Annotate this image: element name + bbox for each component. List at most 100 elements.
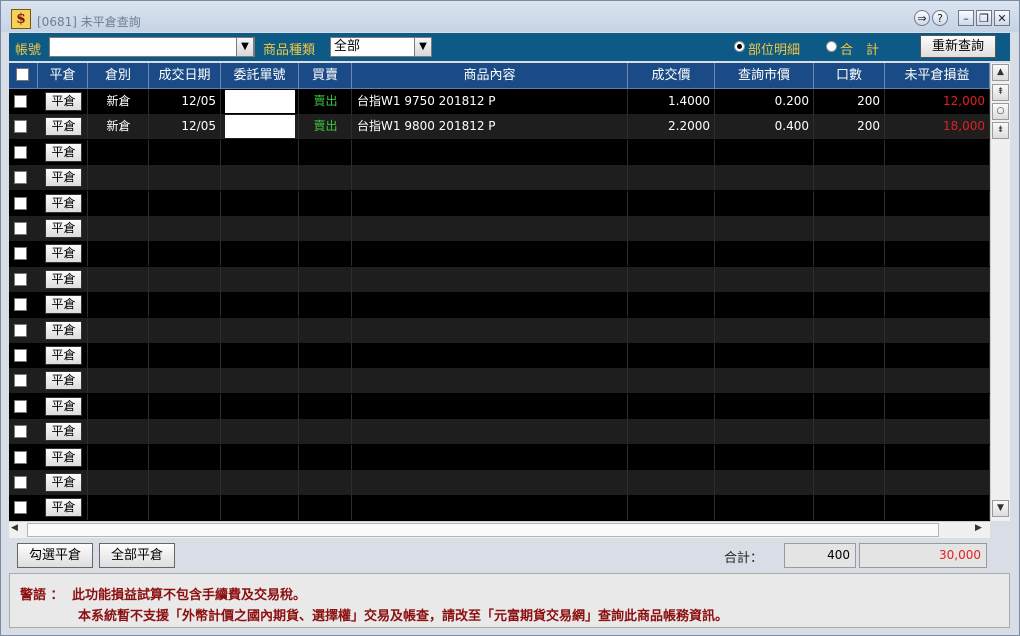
trade-date: 12/05 — [181, 94, 216, 108]
scroll-down-icon[interactable]: ▼ — [992, 500, 1009, 517]
row-checkbox[interactable] — [14, 171, 27, 185]
row-checkbox[interactable] — [14, 196, 27, 210]
table-row[interactable]: 平倉 — [9, 317, 990, 343]
close-position-button[interactable]: 平倉 — [45, 92, 82, 111]
window-title: [0681] 未平倉查詢 — [37, 15, 141, 29]
select-all-checkbox[interactable] — [16, 68, 29, 81]
close-window-button[interactable]: ✕ — [994, 10, 1010, 26]
vertical-scrollbar[interactable]: ▲ ⇞ ○ ⇟ ▼ — [990, 63, 1010, 521]
close-position-button[interactable]: 平倉 — [45, 142, 82, 162]
row-checkbox[interactable] — [14, 120, 27, 134]
close-position-button[interactable]: 平倉 — [45, 269, 82, 289]
table-row[interactable]: 平倉 — [9, 190, 990, 216]
trade-price: 2.2000 — [668, 119, 710, 134]
row-checkbox[interactable] — [14, 450, 27, 464]
table-row[interactable]: 平倉 — [9, 444, 990, 470]
account-dropdown-arrow-icon[interactable]: ▼ — [236, 37, 254, 57]
select-all-cell — [9, 63, 38, 88]
scroll-top-icon[interactable]: ⇞ — [992, 84, 1009, 101]
header-type: 倉別 — [88, 63, 149, 88]
export-icon[interactable]: ⇒ — [914, 10, 930, 26]
help-icon[interactable]: ? — [932, 10, 948, 26]
scroll-right-icon[interactable]: ▶ — [975, 523, 982, 533]
table-row[interactable]: 平倉 — [9, 165, 990, 191]
scroll-center-icon[interactable]: ○ — [992, 103, 1009, 120]
close-position-button[interactable]: 平倉 — [45, 295, 82, 315]
quantity: 200 — [857, 94, 880, 108]
total-label: 合計： — [724, 551, 764, 566]
row-checkbox[interactable] — [14, 247, 27, 261]
table-row[interactable]: 平倉 — [9, 292, 990, 318]
close-position-button[interactable]: 平倉 — [45, 498, 82, 518]
total-pnl: 30,000 — [859, 543, 987, 568]
trade-side: 賣出 — [313, 119, 338, 134]
row-checkbox[interactable] — [14, 95, 27, 108]
minimize-button[interactable]: – — [958, 10, 974, 26]
row-checkbox[interactable] — [14, 145, 27, 159]
account-combobox[interactable] — [49, 37, 255, 57]
row-checkbox[interactable] — [14, 399, 27, 413]
table-row[interactable]: 平倉 — [9, 266, 990, 292]
close-position-button[interactable]: 平倉 — [45, 447, 82, 467]
scroll-up-icon[interactable]: ▲ — [992, 64, 1009, 81]
horizontal-scrollbar[interactable]: ◀ ▶ — [9, 521, 990, 538]
row-checkbox[interactable] — [14, 349, 27, 362]
header-side: 買賣 — [299, 63, 352, 88]
table-row[interactable]: 平倉 — [9, 470, 990, 495]
header-price: 成交價 — [628, 63, 715, 88]
scroll-left-icon[interactable]: ◀ — [11, 523, 18, 533]
trade-date: 12/05 — [181, 119, 216, 134]
close-all-button[interactable]: 全部平倉 — [99, 543, 175, 568]
position-type: 新倉 — [106, 94, 131, 108]
table-row[interactable]: 平倉 — [9, 419, 990, 445]
total-radio-label[interactable]: 合 計 — [840, 39, 879, 58]
close-position-button[interactable]: 平倉 — [45, 371, 82, 391]
order-number — [225, 90, 295, 113]
filter-toolbar: 帳號 ▼ 商品種類 全部 ▼ 部位明細 合 計 重新查詢 — [9, 33, 1010, 61]
close-position-button[interactable]: 平倉 — [45, 168, 82, 188]
close-position-button[interactable]: 平倉 — [45, 244, 82, 264]
table-row[interactable]: 平倉 新倉 12/05 賣出 台指W1 9800 201812 P 2.2000 0.400… — [9, 114, 990, 140]
close-position-button[interactable]: 平倉 — [45, 219, 82, 238]
table-row[interactable]: 平倉 新倉 12/05 賣出 台指W1 9750 201812 P 1.4000 0.200… — [9, 89, 990, 114]
horizontal-scroll-thumb[interactable] — [27, 523, 939, 537]
row-checkbox[interactable] — [14, 374, 27, 388]
unrealized-pnl: 12,000 — [943, 94, 985, 108]
table-row[interactable]: 平倉 — [9, 368, 990, 394]
table-row[interactable]: 平倉 — [9, 139, 990, 165]
row-checkbox[interactable] — [14, 222, 27, 235]
detail-radio[interactable] — [734, 41, 745, 52]
row-checkbox[interactable] — [14, 425, 27, 439]
close-position-button[interactable]: 平倉 — [45, 117, 82, 137]
total-radio[interactable] — [826, 41, 837, 52]
close-selected-button[interactable]: 勾選平倉 — [17, 543, 93, 568]
table-row[interactable]: 平倉 — [9, 241, 990, 267]
table-row[interactable]: 平倉 — [9, 216, 990, 241]
table-row[interactable]: 平倉 — [9, 495, 990, 521]
row-checkbox[interactable] — [14, 501, 27, 515]
maximize-button[interactable]: ❐ — [976, 10, 992, 26]
positions-grid: 平倉 倉別 成交日期 委託單號 買賣 商品內容 成交價 查詢市價 口數 未平倉損益 平倉 新倉 12/… — [9, 63, 990, 521]
trade-side: 賣出 — [313, 94, 338, 108]
close-position-button[interactable]: 平倉 — [45, 193, 82, 213]
category-dropdown-arrow-icon[interactable]: ▼ — [414, 37, 432, 57]
header-qty: 口數 — [814, 63, 885, 88]
row-checkbox[interactable] — [14, 476, 27, 489]
close-position-button[interactable]: 平倉 — [45, 320, 82, 340]
close-position-button[interactable]: 平倉 — [45, 422, 82, 442]
order-number — [225, 115, 295, 139]
detail-radio-label[interactable]: 部位明細 — [748, 39, 800, 58]
table-row[interactable]: 平倉 — [9, 343, 990, 368]
title-bar: $ [0681] 未平倉查詢 ⇒ ? – ❐ ✕ — [1, 1, 1019, 32]
row-checkbox[interactable] — [14, 298, 27, 312]
close-position-button[interactable]: 平倉 — [45, 346, 82, 365]
table-row[interactable]: 平倉 — [9, 393, 990, 419]
position-type: 新倉 — [106, 119, 131, 134]
requery-button[interactable]: 重新查詢 — [920, 35, 996, 58]
notice-line-2: 本系統暫不支援「外幣計價之國內期貨、選擇權」交易及帳查，請改至「元富期貨交易網」… — [78, 609, 729, 624]
row-checkbox[interactable] — [14, 323, 27, 337]
scroll-bottom-icon[interactable]: ⇟ — [992, 122, 1009, 139]
close-position-button[interactable]: 平倉 — [45, 396, 82, 416]
close-position-button[interactable]: 平倉 — [45, 473, 82, 492]
row-checkbox[interactable] — [14, 272, 27, 286]
